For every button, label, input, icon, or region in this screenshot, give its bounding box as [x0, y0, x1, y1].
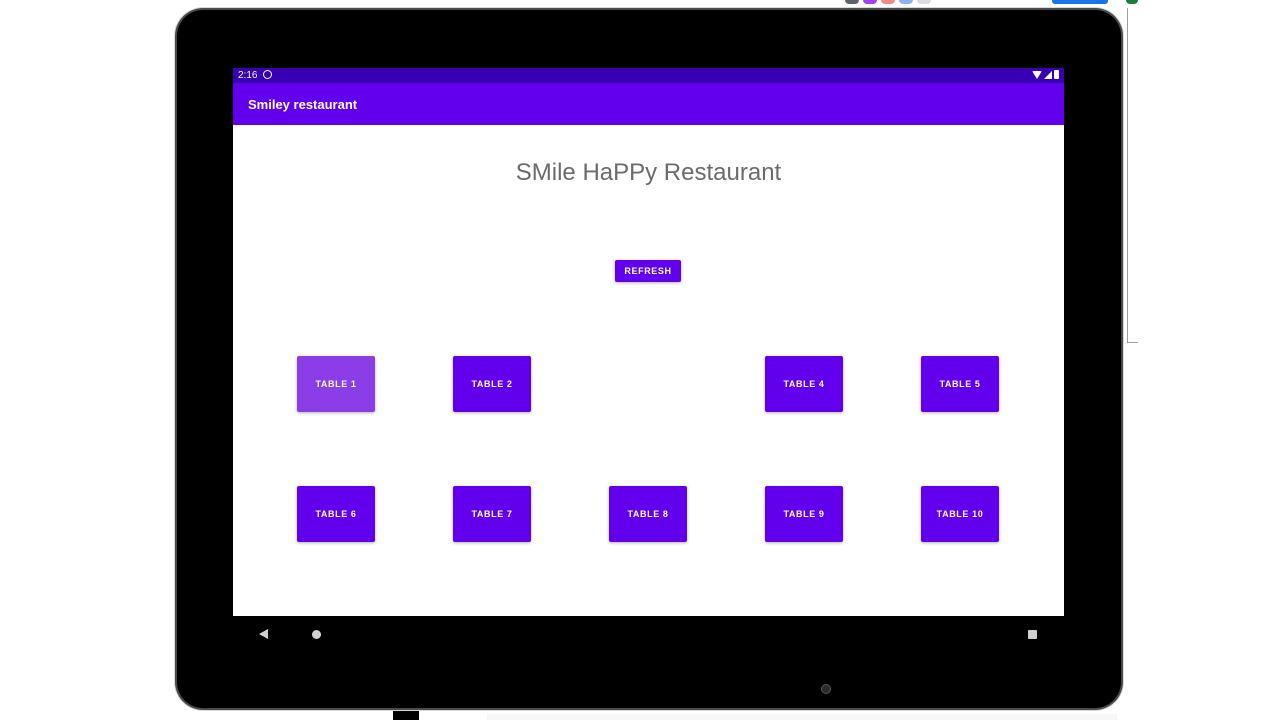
taskbar-fragment — [393, 708, 419, 720]
status-bar: 2:16 — [233, 68, 1064, 83]
browser-profile-edge — [1126, 0, 1138, 4]
table-4-button[interactable]: TABLE 4 — [765, 356, 843, 412]
status-icons — [1032, 70, 1059, 79]
table-1-button[interactable]: TABLE 1 — [297, 356, 375, 412]
table-9-button[interactable]: TABLE 9 — [765, 486, 843, 542]
camera-icon — [821, 684, 831, 694]
navigation-bar — [233, 616, 1064, 652]
table-5-button[interactable]: TABLE 5 — [921, 356, 999, 412]
main-content: SMile HaPPy Restaurant REFRESH TABLE 1 T… — [233, 125, 1064, 616]
status-time: 2:16 — [238, 70, 258, 81]
desktop-background: 2:16 Smiley restaurant SMile HaPPy Resta… — [0, 0, 1280, 720]
refresh-button[interactable]: REFRESH — [615, 260, 681, 282]
window-edge — [1127, 8, 1138, 343]
window-bottom-edge — [487, 714, 1117, 720]
battery-icon — [1054, 70, 1059, 79]
table-8-button[interactable]: TABLE 8 — [609, 486, 687, 542]
table-6-button[interactable]: TABLE 6 — [297, 486, 375, 542]
app-title: Smiley restaurant — [248, 97, 358, 112]
table-2-button[interactable]: TABLE 2 — [453, 356, 531, 412]
signal-icon — [1044, 70, 1052, 79]
sync-icon — [263, 70, 272, 79]
page-title: SMile HaPPy Restaurant — [515, 159, 782, 186]
browser-extension-icons — [845, 0, 931, 4]
back-icon[interactable] — [259, 629, 268, 639]
table-7-button[interactable]: TABLE 7 — [453, 486, 531, 542]
recents-icon[interactable] — [1028, 630, 1037, 639]
tablet-screen: 2:16 Smiley restaurant SMile HaPPy Resta… — [233, 68, 1064, 652]
table-10-button[interactable]: TABLE 10 — [921, 486, 999, 542]
home-icon[interactable] — [312, 630, 321, 639]
browser-button-edge — [1052, 0, 1108, 4]
wifi-icon — [1032, 70, 1042, 79]
app-bar: Smiley restaurant — [233, 83, 1064, 125]
